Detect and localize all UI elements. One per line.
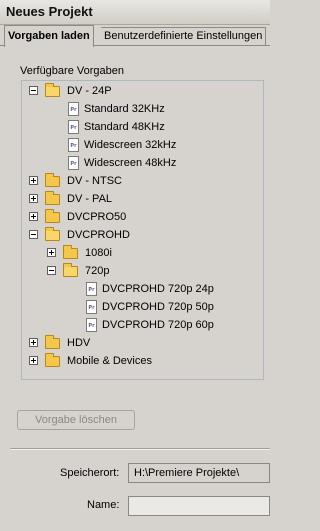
folder-icon [45, 209, 60, 223]
preset-file-icon-label: Pr [88, 287, 95, 293]
preset-file-icon: Pr [86, 318, 97, 332]
tree-preset[interactable]: Pr DVCPROHD 720p 50p [22, 298, 263, 316]
tree-item-label: HDV [67, 337, 91, 349]
preset-file-icon-label: Pr [70, 161, 77, 167]
tree-item-label: Widescreen 32kHz [84, 139, 177, 151]
expand-icon[interactable] [29, 176, 38, 185]
folder-icon [45, 353, 60, 367]
tab-load-presets[interactable]: Vorgaben laden [4, 25, 94, 47]
tree-preset[interactable]: Pr DVCPROHD 720p 24p [22, 280, 263, 298]
tree-folder[interactable]: Mobile & Devices [22, 352, 263, 370]
tree-item-label: 720p [85, 265, 110, 277]
location-field[interactable]: H:\Premiere Projekte\ [128, 463, 270, 483]
tree-folder[interactable]: DV - PAL [22, 190, 263, 208]
preset-file-icon-label: Pr [88, 305, 95, 311]
tree-item-label: DVCPROHD 720p 50p [102, 301, 214, 313]
available-presets-label: Verfügbare Vorgaben [20, 65, 124, 77]
tree-preset[interactable]: Pr Widescreen 48kHz [22, 154, 263, 172]
expand-icon[interactable] [29, 338, 38, 347]
tree-item-label: DV - 24P [67, 85, 112, 97]
expand-icon[interactable] [47, 248, 56, 257]
folder-icon [45, 191, 60, 205]
location-label: Speicherort: [60, 467, 120, 479]
tree-item-label: DV - NTSC [67, 175, 122, 187]
open-folder-icon [45, 83, 60, 97]
preset-file-icon: Pr [68, 120, 79, 134]
delete-preset-button[interactable]: Vorgabe löschen [17, 410, 135, 430]
presets-tree[interactable]: DV - 24P Pr Standard 32KHz Pr Standard 48KHz… [21, 80, 264, 380]
tree-folder[interactable]: DV - 24P [22, 82, 263, 100]
title-bar: Neues Projekt [0, 0, 270, 25]
tab-custom-settings[interactable]: Benutzerdefinierte Einstellungen [101, 27, 267, 45]
collapse-icon[interactable] [29, 86, 38, 95]
tree-preset[interactable]: Pr Widescreen 32kHz [22, 136, 263, 154]
preset-file-icon-label: Pr [70, 107, 77, 113]
tree-item-label: Mobile & Devices [67, 355, 152, 367]
tree-folder[interactable]: DV - NTSC [22, 172, 263, 190]
tree-item-label: DVCPROHD 720p 24p [102, 283, 214, 295]
collapse-icon[interactable] [47, 266, 56, 275]
preset-file-icon: Pr [68, 102, 79, 116]
tree-item-label: DV - PAL [67, 193, 113, 205]
window-title: Neues Projekt [6, 4, 93, 19]
tree-preset[interactable]: Pr Standard 32KHz [22, 100, 263, 118]
preset-file-icon: Pr [86, 282, 97, 296]
tree-item-label: DVCPRO50 [67, 211, 127, 223]
tree-folder[interactable]: DVCPROHD [22, 226, 263, 244]
tree-folder[interactable]: 1080i [22, 244, 263, 262]
tree-folder[interactable]: HDV [22, 334, 263, 352]
tree-item-label: Widescreen 48kHz [84, 157, 177, 169]
separator [10, 448, 270, 450]
tree-item-label: Standard 32KHz [84, 103, 165, 115]
preset-file-icon: Pr [68, 156, 79, 170]
expand-icon[interactable] [29, 194, 38, 203]
tree-item-label: DVCPROHD [67, 229, 130, 241]
preset-file-icon-label: Pr [70, 143, 77, 149]
expand-icon[interactable] [29, 212, 38, 221]
preset-file-icon: Pr [86, 300, 97, 314]
name-label: Name: [87, 499, 120, 511]
folder-icon [45, 173, 60, 187]
folder-icon [45, 335, 60, 349]
tree-folder[interactable]: 720p [22, 262, 263, 280]
expand-icon[interactable] [29, 356, 38, 365]
open-folder-icon [45, 227, 60, 241]
preset-file-icon-label: Pr [70, 125, 77, 131]
preset-file-icon-label: Pr [88, 323, 95, 329]
tree-item-label: Standard 48KHz [84, 121, 165, 133]
tree-preset[interactable]: Pr Standard 48KHz [22, 118, 263, 136]
open-folder-icon [63, 263, 78, 277]
preset-file-icon: Pr [68, 138, 79, 152]
tab-bar: Vorgaben laden Benutzerdefinierte Einste… [0, 25, 270, 47]
tree-folder[interactable]: DVCPRO50 [22, 208, 263, 226]
name-input[interactable] [128, 496, 270, 516]
folder-icon [63, 245, 78, 259]
tree-preset[interactable]: Pr DVCPROHD 720p 60p [22, 316, 263, 334]
tree-item-label: DVCPROHD 720p 60p [102, 319, 214, 331]
tree-item-label: 1080i [85, 247, 112, 259]
collapse-icon[interactable] [29, 230, 38, 239]
